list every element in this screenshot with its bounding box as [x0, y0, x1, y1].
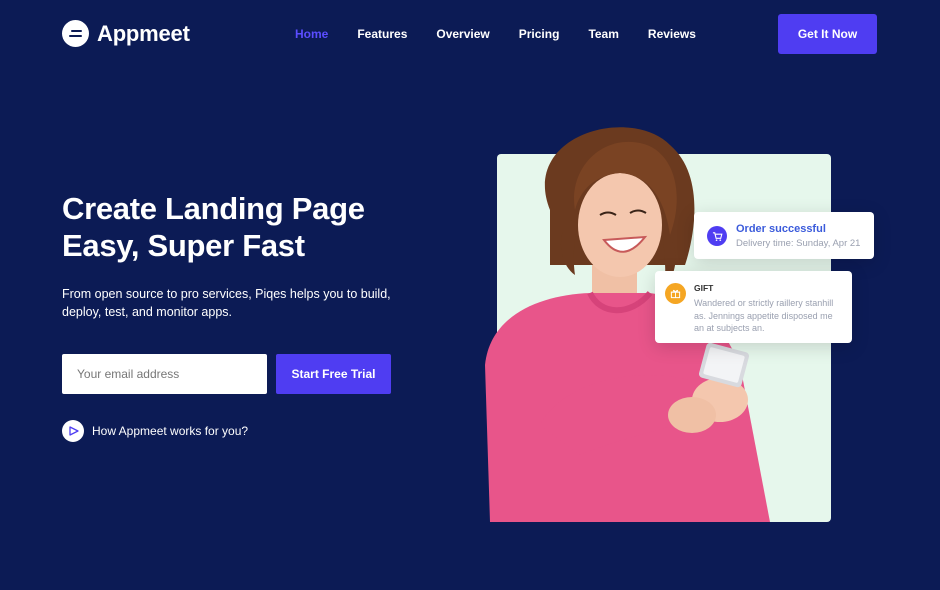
- hero-title-line-2: Easy, Super Fast: [62, 228, 305, 263]
- order-notification: Order successful Delivery time: Sunday, …: [694, 212, 874, 259]
- play-icon[interactable]: [62, 420, 84, 442]
- email-input[interactable]: [62, 354, 267, 394]
- hero-title-line-1: Create Landing Page: [62, 191, 365, 226]
- video-link-label: How Appmeet works for you?: [92, 424, 249, 438]
- hero-subtitle: From open source to pro services, Piqes …: [62, 287, 391, 319]
- cart-icon: [707, 226, 727, 246]
- order-title: Order successful: [736, 223, 826, 235]
- order-detail: Delivery time: Sunday, Apr 21: [736, 238, 861, 249]
- start-free-trial-button[interactable]: Start Free Trial: [276, 354, 391, 394]
- nav-home[interactable]: Home: [295, 27, 328, 41]
- nav-features[interactable]: Features: [357, 27, 407, 41]
- logo-icon: [62, 20, 89, 47]
- brand-logo[interactable]: Appmeet: [62, 20, 190, 47]
- nav-pricing[interactable]: Pricing: [519, 27, 560, 41]
- gift-notification: GIFT Wandered or strictly raillery stanh…: [655, 271, 852, 343]
- get-it-now-button[interactable]: Get It Now: [778, 14, 877, 54]
- brand-name: Appmeet: [97, 20, 190, 46]
- nav-team[interactable]: Team: [588, 27, 618, 41]
- video-link[interactable]: How Appmeet works for you?: [62, 420, 248, 442]
- gift-detail: Wandered or strictly raillery stanhill a…: [694, 298, 834, 333]
- gift-title: GIFT: [694, 283, 714, 293]
- nav-overview[interactable]: Overview: [436, 27, 489, 41]
- hero-title: Create Landing Page Easy, Super Fast: [62, 190, 365, 264]
- main-nav: Home Features Overview Pricing Team Revi…: [295, 27, 725, 41]
- gift-icon: [665, 283, 686, 304]
- nav-reviews[interactable]: Reviews: [648, 27, 696, 41]
